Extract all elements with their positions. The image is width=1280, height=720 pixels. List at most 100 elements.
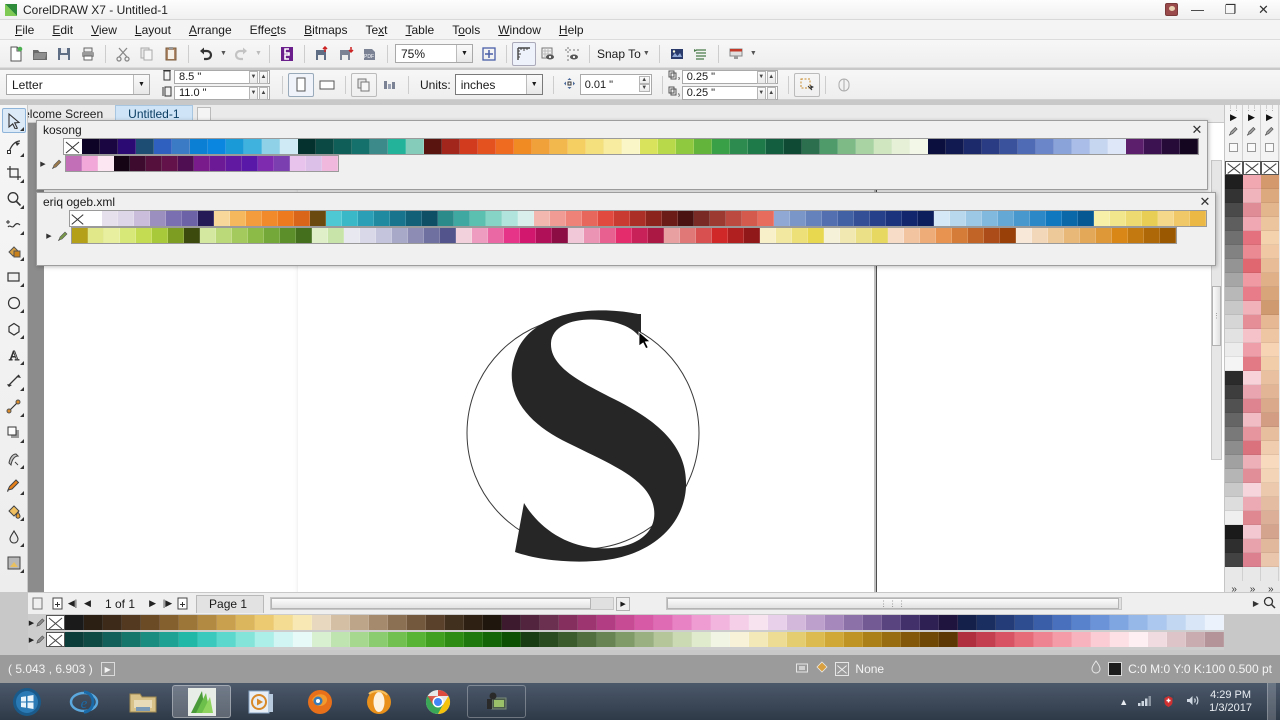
color-swatch[interactable] [977,615,996,630]
color-swatch[interactable] [103,632,122,647]
color-swatch[interactable] [264,228,280,243]
transparency-tool[interactable] [2,446,26,471]
first-page-button[interactable]: ◀| [65,595,80,613]
color-swatch[interactable] [136,139,154,154]
color-swatch[interactable] [422,211,438,226]
color-swatch[interactable] [806,632,825,647]
color-swatch[interactable] [1261,287,1279,301]
color-swatch[interactable] [958,615,977,630]
color-swatch[interactable] [72,228,88,243]
navigator-arrow-icon[interactable]: ▶ [1253,599,1259,608]
color-swatch[interactable] [1243,427,1261,441]
snap-to-arrow-icon[interactable]: ▼ [641,42,652,66]
color-swatch[interactable] [730,632,749,647]
color-swatch[interactable] [640,139,658,154]
snap-objects-button[interactable] [831,73,857,97]
color-swatch[interactable] [998,211,1014,226]
color-swatch[interactable] [344,228,360,243]
color-swatch[interactable] [604,139,622,154]
color-swatch[interactable] [1034,632,1053,647]
color-swatch[interactable] [678,211,694,226]
interactive-fill-tool[interactable] [2,498,26,523]
color-swatch[interactable] [502,632,521,647]
color-swatch[interactable] [1142,211,1158,226]
color-swatch[interactable] [84,615,103,630]
color-swatch[interactable] [242,156,258,171]
menu-item-help[interactable]: Help [550,21,593,39]
freehand-tool[interactable] [2,212,26,237]
color-swatch[interactable] [1243,273,1261,287]
color-swatch[interactable] [1243,245,1261,259]
color-swatch[interactable] [103,615,122,630]
color-swatch[interactable] [65,632,84,647]
color-swatch[interactable] [1015,632,1034,647]
color-swatch[interactable] [104,228,120,243]
color-swatch[interactable] [844,615,863,630]
color-swatch[interactable] [1225,469,1243,483]
color-swatch[interactable] [445,632,464,647]
color-swatch[interactable] [1000,228,1016,243]
color-swatch[interactable] [694,139,712,154]
color-swatch[interactable] [390,211,406,226]
tool-flyout-arrow-icon[interactable] [19,257,24,261]
color-swatch[interactable] [534,211,550,226]
color-swatch[interactable] [122,632,141,647]
palette-scroll-down-icon[interactable]: » [1250,584,1256,595]
page-height-field[interactable]: 11.0 " ▼ ▲ [174,85,270,100]
color-swatch[interactable] [806,615,825,630]
color-swatch[interactable] [1261,371,1279,385]
color-swatch[interactable] [1030,211,1046,226]
color-swatch[interactable] [1148,632,1167,647]
bottom-color-palette[interactable]: ▶ ▶ [28,614,1224,650]
color-swatch[interactable] [787,632,806,647]
color-swatch[interactable] [901,632,920,647]
color-swatch[interactable] [958,632,977,647]
color-swatch[interactable] [936,228,952,243]
color-swatch[interactable] [1225,231,1243,245]
color-swatch[interactable] [122,615,141,630]
color-swatch[interactable] [711,615,730,630]
color-swatch[interactable] [1108,139,1126,154]
polygon-tool[interactable] [2,316,26,341]
color-swatch[interactable] [1110,615,1129,630]
menu-item-text[interactable]: Text [356,21,396,39]
palette-collapse-arrow-icon[interactable]: ▶ [28,631,35,648]
color-swatch[interactable] [1053,615,1072,630]
color-swatch[interactable] [152,228,168,243]
color-swatch[interactable] [1062,211,1078,226]
color-swatch[interactable] [470,211,486,226]
menu-item-effects[interactable]: Effects [241,21,295,39]
tool-flyout-arrow-icon[interactable] [19,543,24,547]
color-swatch[interactable] [892,139,910,154]
portrait-orientation-button[interactable] [288,72,314,97]
color-swatch[interactable] [483,615,502,630]
swatch-no-color[interactable] [46,615,65,630]
palette-options-button[interactable] [1229,143,1238,152]
swatch-no-color[interactable] [1261,161,1279,175]
color-swatch[interactable] [710,211,726,226]
color-swatch[interactable] [680,228,696,243]
color-swatch[interactable] [532,139,550,154]
zoom-dropdown-arrow-icon[interactable]: ▼ [456,45,472,62]
open-button[interactable] [28,42,52,66]
color-swatch[interactable] [190,139,208,154]
maximize-button[interactable]: ❐ [1214,0,1247,20]
color-swatch[interactable] [870,211,886,226]
color-swatch[interactable] [294,211,310,226]
color-swatch[interactable] [1225,329,1243,343]
color-swatch[interactable] [939,632,958,647]
color-swatch[interactable] [1072,632,1091,647]
color-swatch[interactable] [854,211,870,226]
color-swatch[interactable] [168,228,184,243]
color-swatch[interactable] [882,632,901,647]
color-swatch[interactable] [648,228,664,243]
eyedropper-icon[interactable] [1246,125,1257,140]
color-swatch[interactable] [1225,455,1243,469]
color-swatch[interactable] [1126,139,1144,154]
user-account-icon[interactable] [1161,2,1181,18]
menu-item-window[interactable]: Window [489,21,550,39]
color-swatch[interactable] [445,615,464,630]
color-swatch[interactable] [84,632,103,647]
tool-flyout-arrow-icon[interactable] [19,127,24,131]
color-swatch[interactable] [342,211,358,226]
